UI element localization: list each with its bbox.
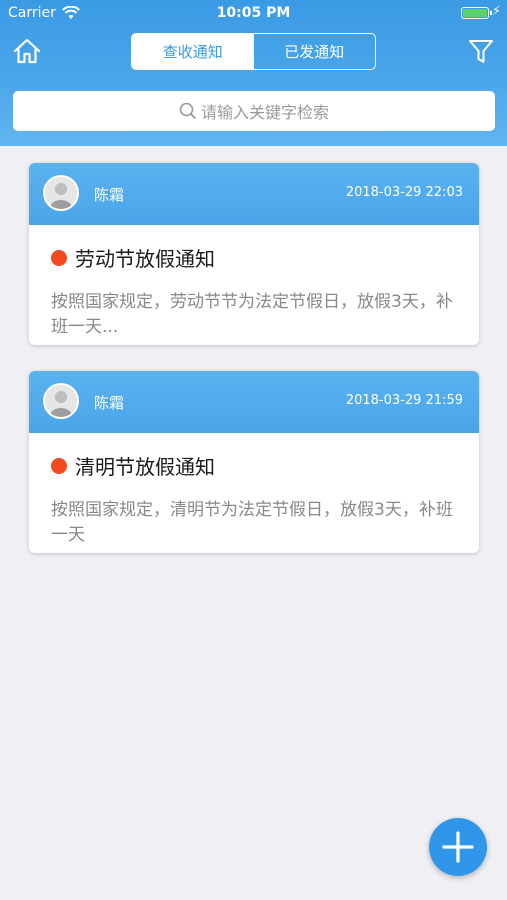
- notice-tabs: 查收通知 已发通知: [131, 33, 376, 70]
- tab-received[interactable]: 查收通知: [132, 34, 254, 69]
- avatar: [43, 175, 79, 211]
- search-bar[interactable]: 请输入关键字检索: [13, 91, 495, 131]
- notice-card-body: 清明节放假通知 按照国家规定，清明节为法定节假日，放假3天，补班一天: [29, 433, 479, 553]
- notice-card[interactable]: 陈霜 2018-03-29 22:03 劳动节放假通知 按照国家规定，劳动节节为…: [29, 163, 479, 345]
- notice-title: 劳动节放假通知: [75, 247, 215, 271]
- notice-card-body: 劳动节放假通知 按照国家规定，劳动节节为法定节假日，放假3天，补班一天...: [29, 225, 479, 345]
- search-icon: [179, 102, 197, 120]
- notice-summary: 按照国家规定，劳动节节为法定节假日，放假3天，补班一天...: [51, 292, 453, 337]
- app-header: Carrier 10:05 PM ⚡ 查收通知 已发通知 请输入关键字检索: [0, 0, 507, 146]
- unread-dot-icon: [51, 457, 67, 474]
- notice-summary: 按照国家规定，清明节为法定节假日，放假3天，补班一天: [51, 500, 453, 545]
- notice-card[interactable]: 陈霜 2018-03-29 21:59 清明节放假通知 按照国家规定，清明节为法…: [29, 371, 479, 553]
- search-placeholder: 请输入关键字检索: [200, 103, 329, 122]
- notice-title: 清明节放假通知: [75, 455, 215, 479]
- battery-icon: [461, 7, 492, 19]
- status-time: 10:05 PM: [216, 5, 291, 21]
- unread-dot-icon: [51, 249, 67, 266]
- add-notice-button[interactable]: [429, 818, 487, 876]
- sender-name: 陈霜: [94, 394, 125, 412]
- notice-time: 2018-03-29 21:59: [345, 393, 463, 408]
- status-bar: Carrier 10:05 PM ⚡: [0, 0, 507, 28]
- notice-time: 2018-03-29 22:03: [345, 185, 463, 200]
- tab-sent[interactable]: 已发通知: [254, 34, 376, 69]
- charging-bolt-icon: ⚡: [491, 4, 501, 19]
- notice-card-header: 陈霜 2018-03-29 21:59: [29, 371, 479, 433]
- filter-icon[interactable]: [467, 36, 495, 66]
- plus-icon: [442, 831, 474, 863]
- notice-card-header: 陈霜 2018-03-29 22:03: [29, 163, 479, 225]
- avatar: [43, 383, 79, 419]
- home-icon[interactable]: [12, 36, 42, 66]
- sender-name: 陈霜: [94, 186, 125, 204]
